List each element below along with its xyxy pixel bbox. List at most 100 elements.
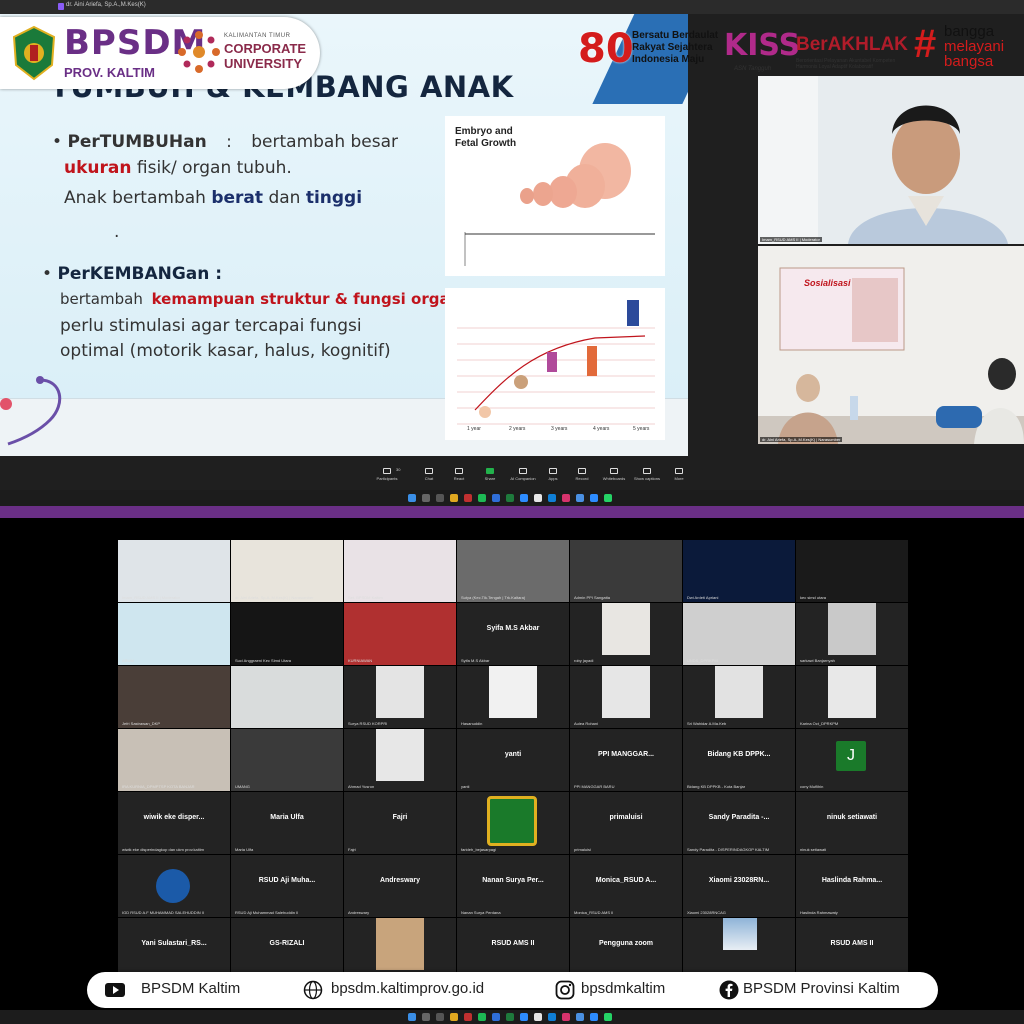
excel-icon[interactable] xyxy=(506,1013,514,1021)
instagram-icon[interactable] xyxy=(562,494,570,502)
participant-tile[interactable]: dr. Aini Ariefa, Sp.A.,M.Kes(K) | Narasu… xyxy=(231,540,343,602)
app2-icon[interactable] xyxy=(576,494,584,502)
participant-tile[interactable]: roby jayadi xyxy=(570,603,682,665)
participant-tile[interactable]: RSUD AMS II xyxy=(796,918,908,980)
participant-tile[interactable]: UMANG xyxy=(231,729,343,791)
participant-tile[interactable]: wiwik eke disper... wiwik eke disperindag… xyxy=(118,792,230,854)
whatsapp-icon[interactable] xyxy=(604,1013,612,1021)
narasumber-video[interactable]: Sosialisasi dr. Aini Ariefa, Sp.A.,M.Kes… xyxy=(758,246,1024,444)
chat-button[interactable]: Chat xyxy=(412,468,446,481)
participant-tile[interactable]: Karina Oct_DPRKPM xyxy=(796,666,908,728)
participant-tile[interactable]: Pengguna zoom xyxy=(570,918,682,980)
start-icon[interactable] xyxy=(408,1013,416,1021)
participant-tile[interactable]: Bidang KB DPPK... Bidang KB DPPKB - Kota … xyxy=(683,729,795,791)
participant-tile[interactable]: farideh_bejasarpagi xyxy=(457,792,569,854)
participant-name-label: ARUM xyxy=(122,658,134,663)
participant-tile[interactable]: Dwi Ardeti Apriani xyxy=(683,540,795,602)
participant-tile[interactable]: primaluisi primaluisi xyxy=(570,792,682,854)
instagram-icon[interactable] xyxy=(562,1013,570,1021)
app3-icon[interactable] xyxy=(590,494,598,502)
participant-tile[interactable]: Syifa M.S Akbar Syifa M.S Akbar xyxy=(457,603,569,665)
participant-tile[interactable]: Suci Anggraeni Kec Simd Utara xyxy=(231,603,343,665)
spotify-icon[interactable] xyxy=(478,1013,486,1021)
explorer-icon[interactable] xyxy=(450,1013,458,1021)
participant-tile[interactable]: RSUD AMS II xyxy=(457,918,569,980)
zoom-icon[interactable] xyxy=(520,1013,528,1021)
participant-tile[interactable]: sarkawi Banjarnyah xyxy=(796,603,908,665)
chrome-icon[interactable] xyxy=(534,494,542,502)
participant-name-label: Andreswary xyxy=(348,910,370,915)
participant-tile[interactable] xyxy=(344,918,456,980)
participant-tile[interactable]: Imam_RSUD AMS II | Moderator xyxy=(118,540,230,602)
participant-tile[interactable]: RSUD Aji Muha... RSUD Aji Muhammad Salehu… xyxy=(231,855,343,917)
ai-companion-button[interactable]: AI Companion xyxy=(506,468,540,481)
participant-tile[interactable]: Nanan Surya Per... Nanan Surya Perdana xyxy=(457,855,569,917)
app3-icon[interactable] xyxy=(590,1013,598,1021)
participant-tile[interactable]: Sri Wahidar A.Ma.Keb xyxy=(683,666,795,728)
participant-tile[interactable]: cony Muflihin J xyxy=(796,729,908,791)
app-icon[interactable] xyxy=(464,1013,472,1021)
participant-tile[interactable]: kec simd utara xyxy=(796,540,908,602)
participant-tile[interactable]: IRA KURNIA_DPMPTSP KOTA BANJAR xyxy=(118,729,230,791)
participant-tile[interactable]: ninuk setiawati ninuk setiawati xyxy=(796,792,908,854)
share-button[interactable]: Share xyxy=(473,468,507,481)
edge-icon[interactable] xyxy=(548,1013,556,1021)
participant-tile[interactable]: IGD RSUD A.F MUHAMMAD SALEHUDDIN II xyxy=(118,855,230,917)
more-button[interactable]: More xyxy=(662,468,696,481)
spotify-icon[interactable] xyxy=(478,494,486,502)
participant-tile[interactable]: GS-RIZALI xyxy=(231,918,343,980)
participant-tile[interactable]: Sandy Paradita -... Sandy Paradita - DISP… xyxy=(683,792,795,854)
participant-tile[interactable]: KURNIAWAN xyxy=(344,603,456,665)
participant-tile[interactable]: Yani Sulastari_RS... xyxy=(118,918,230,980)
participant-name-label: KURNIAWAN xyxy=(348,658,373,663)
participant-tile[interactable]: Surya RSUD KORPRI xyxy=(344,666,456,728)
word-icon[interactable] xyxy=(492,1013,500,1021)
edge-icon[interactable] xyxy=(548,494,556,502)
footer-instagram[interactable]: bpsdmkaltim xyxy=(581,980,665,997)
participant-tile[interactable]: Ahmad Yusron xyxy=(344,729,456,791)
record-button[interactable]: Record xyxy=(565,468,599,481)
react-button[interactable]: React xyxy=(442,468,476,481)
footer-facebook[interactable]: BPSDM Provinsi Kaltim xyxy=(743,980,900,997)
footer-youtube[interactable]: BPSDM Kaltim xyxy=(141,980,240,997)
word-icon[interactable] xyxy=(492,494,500,502)
whatsapp-icon[interactable] xyxy=(604,494,612,502)
participant-tile[interactable]: PPI MANGGAR... PPI MANGGAR BARU xyxy=(570,729,682,791)
taskview-icon[interactable] xyxy=(436,494,444,502)
participant-tile[interactable]: Aulea Rohani xyxy=(570,666,682,728)
zoom-meeting-window: dr. Aini Ariefa, Sp.A.,M.Kes(K) TUMBUH &… xyxy=(0,0,1024,506)
excel-icon[interactable] xyxy=(506,494,514,502)
search-icon[interactable] xyxy=(422,494,430,502)
participant-tile[interactable]: Monica_RSUD A... Monica_RSUD AMS II xyxy=(570,855,682,917)
participant-tile[interactable]: Andreswary Andreswary xyxy=(344,855,456,917)
participant-tile[interactable]: Admin PPI Sangatta xyxy=(570,540,682,602)
app2-icon[interactable] xyxy=(576,1013,584,1021)
participant-tile[interactable]: Hasanuddin xyxy=(457,666,569,728)
participant-tile[interactable]: Firmansyah RS AMS xyxy=(231,666,343,728)
zoom-icon[interactable] xyxy=(520,494,528,502)
app-icon[interactable] xyxy=(464,494,472,502)
taskview-icon[interactable] xyxy=(436,1013,444,1021)
participant-tile[interactable]: UNDS_DPRKPM xyxy=(683,603,795,665)
participant-tile[interactable]: yanti yanti xyxy=(457,729,569,791)
bullet-1-line-3: Anak bertambah berat dan tinggi xyxy=(64,188,363,208)
participant-name-label: sarkawi Banjarnyah xyxy=(800,658,835,663)
participant-tile[interactable]: Maria Ulfa Maria Ulfa xyxy=(231,792,343,854)
participant-tile[interactable]: Jefri Sastrawan_DKP xyxy=(118,666,230,728)
show-captions-button[interactable]: Show captions xyxy=(630,468,664,481)
footer-website[interactable]: bpsdm.kaltimprov.go.id xyxy=(331,980,484,997)
participant-display-name: primaluisi xyxy=(609,814,643,821)
participant-tile[interactable]: Xiaomi 23028RN... Xiaomi 23028RNCAG xyxy=(683,855,795,917)
participant-tile[interactable]: ARUM xyxy=(118,603,230,665)
participant-tile[interactable] xyxy=(683,918,795,980)
participant-tile[interactable]: Haslinda Rahma... Haslinda Rahmawaty xyxy=(796,855,908,917)
participant-tile[interactable]: Set. BPSDM Kaltim xyxy=(344,540,456,602)
explorer-icon[interactable] xyxy=(450,494,458,502)
chrome-icon[interactable] xyxy=(534,1013,542,1021)
start-icon[interactable] xyxy=(408,494,416,502)
search-icon[interactable] xyxy=(422,1013,430,1021)
participant-tile[interactable]: Fajri Fajri xyxy=(344,792,456,854)
participant-tile[interactable]: Sutya (Kec.Tlk.Tengah | Trk.Kaltara) xyxy=(457,540,569,602)
moderator-video[interactable]: Imam_RSUD AMS II | Moderator xyxy=(758,76,1024,244)
whiteboards-button[interactable]: Whiteboards xyxy=(597,468,631,481)
